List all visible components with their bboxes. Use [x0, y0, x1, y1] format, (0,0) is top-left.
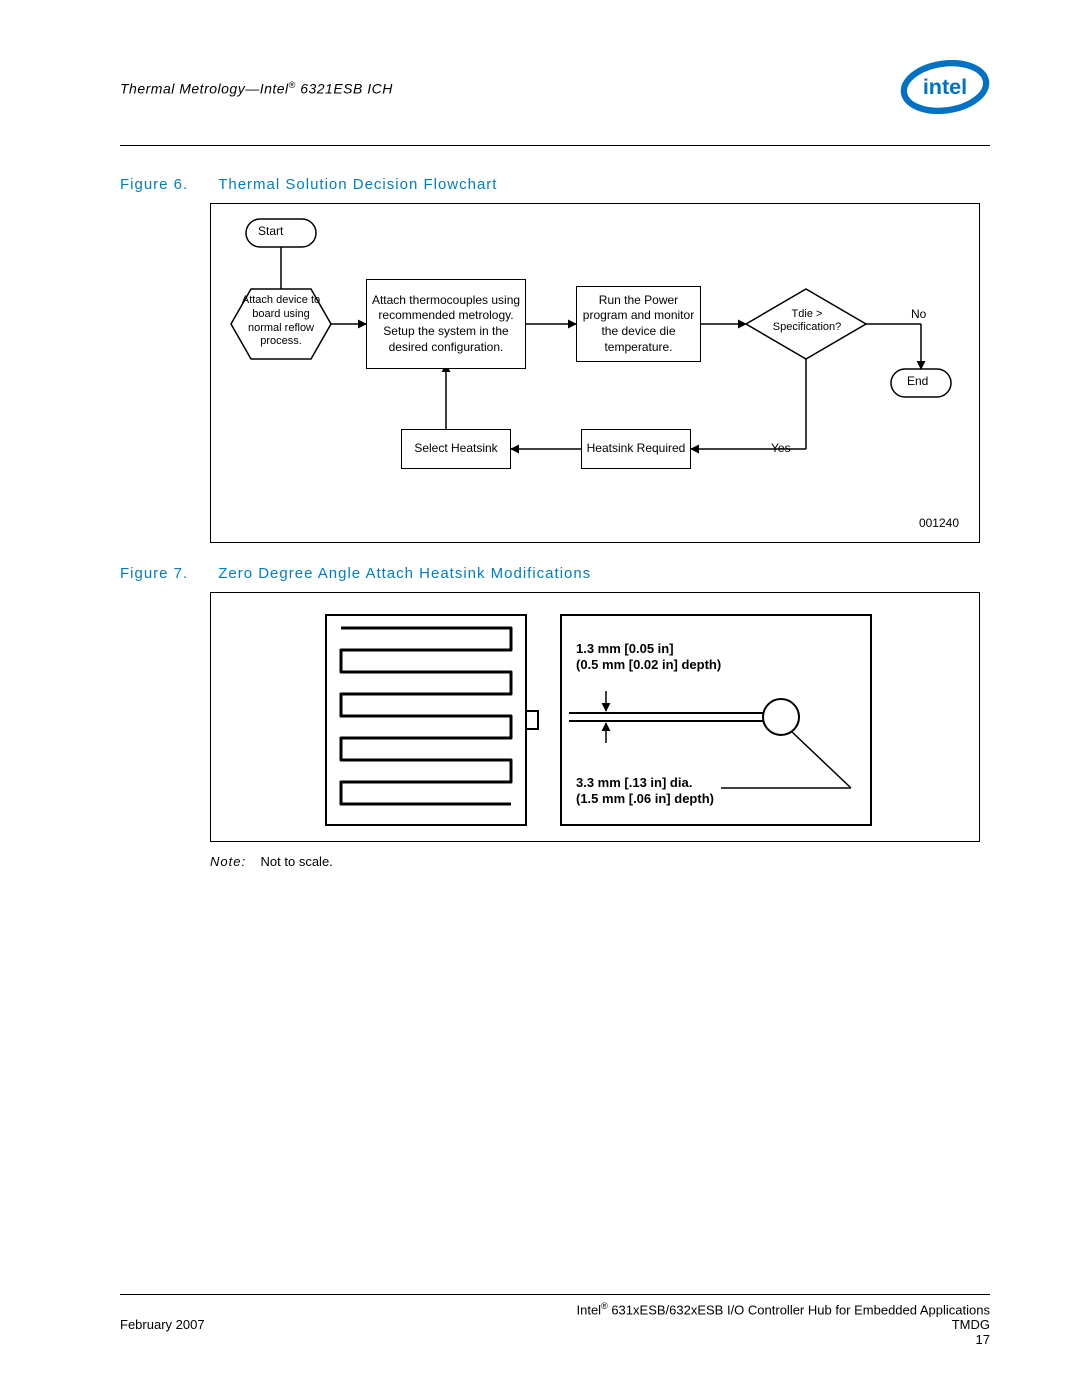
figure6-flowchart: Start Attach device to board using norma… [210, 203, 980, 543]
flow-decision-label: Tdie > Specification? [762, 308, 852, 334]
figure7-title: Zero Degree Angle Attach Heatsink Modifi… [218, 565, 591, 582]
footer-date: February 2007 [120, 1317, 205, 1332]
flow-attach-thermo-box: Attach thermocouples using recommended m… [366, 279, 526, 369]
figure7-heading: Figure 7. Zero Degree Angle Attach Heats… [120, 565, 990, 582]
flow-heatsink-req-text: Heatsink Required [587, 441, 686, 457]
flow-attach-thermo-text: Attach thermocouples using recommended m… [371, 293, 521, 355]
svg-text:intel: intel [923, 74, 967, 99]
flow-run-power-box: Run the Power program and monitor the de… [576, 286, 701, 362]
footer-doc-id: TMDG [952, 1317, 990, 1332]
footer-right-post: 631xESB/632xESB I/O Controller Hub for E… [608, 1302, 990, 1317]
figure7-diagram: 1.3 mm [0.05 in] (0.5 mm [0.02 in] depth… [210, 592, 980, 842]
svg-text:®: ® [978, 69, 984, 78]
flow-start-label: Start [258, 224, 283, 238]
figure6-title: Thermal Solution Decision Flowchart [218, 176, 497, 193]
fig7-groove-depth: (0.5 mm [0.02 in] depth) [576, 657, 721, 672]
footer-right-pre: Intel [577, 1302, 602, 1317]
figure6-label: Figure 6. [120, 176, 188, 193]
footer-page-number: 17 [120, 1332, 990, 1347]
flow-no-label: No [911, 307, 926, 321]
flow-select-hs-box: Select Heatsink [401, 429, 511, 469]
fig7-groove-width: 1.3 mm [0.05 in] [576, 641, 674, 656]
footer-product-line: Intel® 631xESB/632xESB I/O Controller Hu… [120, 1301, 990, 1317]
flow-heatsink-req-box: Heatsink Required [581, 429, 691, 469]
flow-yes-label: Yes [771, 441, 791, 455]
flow-attach-device-label: Attach device to board using normal refl… [240, 294, 322, 349]
note-label: Note: [210, 854, 246, 869]
page-header: Thermal Metrology—Intel® 6321ESB ICH int… [120, 60, 990, 120]
header-title: Thermal Metrology—Intel® 6321ESB ICH [120, 80, 393, 97]
figure6-ref: 001240 [919, 516, 959, 530]
figure6-heading: Figure 6. Thermal Solution Decision Flow… [120, 176, 990, 193]
fig7-hole-dia: 3.3 mm [.13 in] dia. [576, 775, 692, 790]
registered-mark: ® [289, 80, 296, 90]
fig7-hole-depth: (1.5 mm [.06 in] depth) [576, 791, 714, 806]
flow-run-power-text: Run the Power program and monitor the de… [581, 293, 696, 355]
flow-end-label: End [907, 374, 928, 388]
header-text-post: 6321ESB ICH [296, 81, 393, 97]
page-footer: Intel® 631xESB/632xESB I/O Controller Hu… [120, 1294, 990, 1347]
note-text: Not to scale. [261, 854, 333, 869]
header-rule [120, 145, 990, 146]
figure7-note: Note: Not to scale. [210, 854, 990, 869]
intel-logo-icon: intel ® [900, 60, 990, 120]
footer-rule [120, 1294, 990, 1295]
figure7-label: Figure 7. [120, 565, 188, 582]
footer-reg: ® [601, 1301, 608, 1311]
flow-select-hs-text: Select Heatsink [414, 441, 497, 457]
header-text-pre: Thermal Metrology—Intel [120, 81, 289, 97]
